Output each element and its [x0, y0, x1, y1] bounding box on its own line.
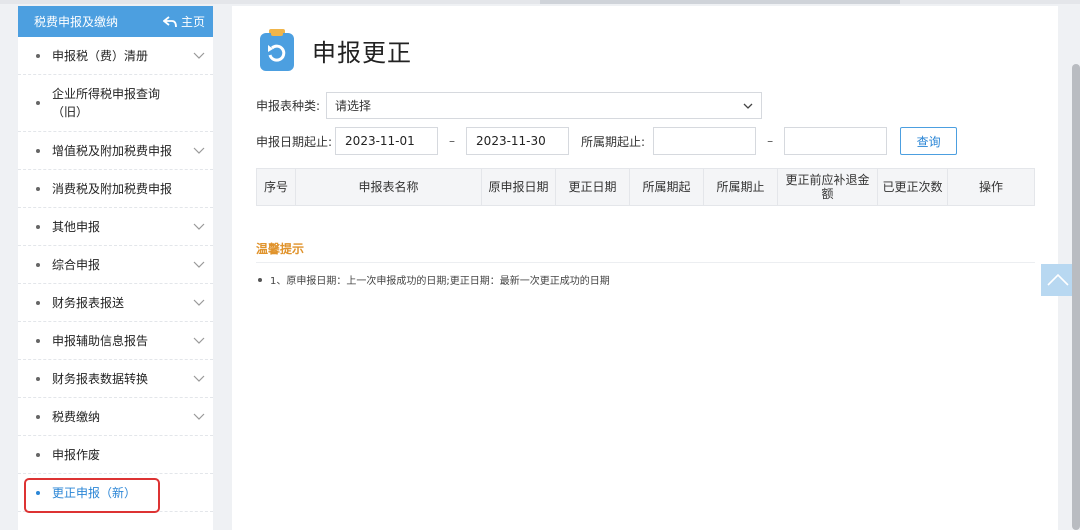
chevron-down-icon: [193, 375, 205, 382]
sidebar-item-comprehensive[interactable]: 综合申报: [18, 246, 213, 284]
home-link[interactable]: 主页: [162, 13, 205, 30]
sidebar-item-label: 消费税及附加税费申报: [52, 181, 173, 196]
bullet-icon: [36, 452, 40, 457]
sidebar-item-label: 申报税（费）清册: [52, 48, 149, 63]
sidebar: 税费申报及缴纳 主页 申报税（费）清册 企业所得税申报查询（旧） 增值税及附加税…: [18, 6, 213, 530]
sidebar-item-void-declaration[interactable]: 申报作废: [18, 436, 213, 474]
bullet-icon: [36, 148, 40, 153]
tip-text: 1、原申报日期：上一次申报成功的日期;更正日期：最新一次更正成功的日期: [270, 276, 610, 287]
divider: [256, 262, 1035, 263]
date-start-input[interactable]: 2023-11-01: [335, 127, 439, 155]
bullet-icon: [36, 101, 40, 105]
chevron-down-icon: [193, 413, 205, 420]
top-bar-segment: [540, 0, 900, 4]
query-button[interactable]: 查询: [900, 127, 958, 155]
sidebar-item-tax-payment[interactable]: 税费缴纳: [18, 398, 213, 436]
type-label: 申报表种类:: [256, 99, 321, 113]
sidebar-item-other[interactable]: 其他申报: [18, 208, 213, 246]
chevron-down-icon: [193, 223, 205, 230]
top-bar: [0, 0, 1080, 4]
bullet-icon: [36, 376, 40, 381]
bullet-icon: [36, 186, 40, 191]
select-value: 请选择: [335, 99, 372, 113]
date-range-label: 申报日期起止:: [256, 134, 333, 149]
tip-item: 1、原申报日期：上一次申报成功的日期;更正日期：最新一次更正成功的日期: [258, 272, 610, 287]
chevron-down-icon: [743, 103, 753, 109]
bullet-icon: [258, 277, 262, 282]
period-start-input[interactable]: [653, 127, 757, 155]
bullet-icon: [36, 414, 40, 419]
home-label: 主页: [180, 15, 205, 29]
chevron-down-icon: [193, 299, 205, 306]
page-header: 申报更正: [258, 28, 412, 72]
sidebar-item-label: 税费缴纳: [52, 409, 101, 424]
chevron-down-icon: [193, 261, 205, 268]
scrollbar[interactable]: [1072, 64, 1080, 530]
bullet-icon: [36, 338, 40, 343]
date-end-input[interactable]: 2023-11-30: [466, 127, 570, 155]
column-header: 更正前应补退金额: [778, 169, 878, 205]
sidebar-item-vat[interactable]: 增值税及附加税费申报: [18, 132, 213, 170]
bullet-icon: [36, 53, 40, 58]
sidebar-item-label: 综合申报: [52, 257, 101, 272]
sidebar-item-correction-new[interactable]: 更正申报（新）: [18, 474, 213, 512]
column-header: 更正日期: [556, 169, 630, 205]
range-separator: –: [767, 134, 774, 148]
sidebar-item-label: 企业所得税申报查询（旧）: [52, 87, 161, 119]
sidebar-item-tax-list[interactable]: 申报税（费）清册: [18, 37, 213, 75]
back-arrow-icon: [162, 15, 177, 27]
bullet-icon: [36, 262, 40, 267]
period-end-input[interactable]: [784, 127, 888, 155]
type-row: 申报表种类: 请选择: [256, 92, 763, 119]
declaration-type-select[interactable]: 请选择: [326, 92, 763, 119]
sidebar-item-report-conversion[interactable]: 财务报表数据转换: [18, 360, 213, 398]
bullet-icon: [36, 490, 40, 495]
sidebar-item-label: 增值税及附加税费申报: [52, 143, 173, 158]
column-header: 原申报日期: [482, 169, 556, 205]
column-header: 所属期起: [630, 169, 704, 205]
clipboard-refresh-icon: [260, 29, 294, 71]
period-range-label: 所属期起止:: [581, 134, 646, 149]
sidebar-item-financial-report[interactable]: 财务报表报送: [18, 284, 213, 322]
sidebar-item-label: 财务报表报送: [52, 295, 125, 310]
column-header: 申报表名称: [296, 169, 482, 205]
sidebar-item-cit-query-old[interactable]: 企业所得税申报查询（旧）: [18, 75, 213, 132]
chevron-up-icon: [1047, 274, 1069, 286]
sidebar-item-consumption-tax[interactable]: 消费税及附加税费申报: [18, 170, 213, 208]
chevron-down-icon: [193, 337, 205, 344]
sidebar-item-label: 申报作废: [52, 447, 101, 462]
sidebar-header-title: 税费申报及缴纳: [34, 15, 119, 29]
column-header: 操作: [978, 180, 1003, 194]
column-header: 序号: [257, 169, 296, 205]
sidebar-header: 税费申报及缴纳 主页: [18, 6, 213, 37]
range-separator: –: [449, 134, 456, 148]
tips-title: 温馨提示: [256, 242, 305, 256]
sidebar-item-label: 申报辅助信息报告: [52, 333, 149, 348]
table-header: 序号 申报表名称 原申报日期 更正日期 所属期起 所属期止 更正前应补退金额 已…: [256, 168, 1035, 206]
bullet-icon: [36, 224, 40, 229]
chevron-down-icon: [193, 52, 205, 59]
date-row: 申报日期起止: 2023-11-01 – 2023-11-30 所属期起止: –…: [256, 127, 958, 155]
column-header: 已更正次数: [878, 169, 948, 205]
back-to-top-button[interactable]: [1041, 264, 1075, 296]
sidebar-item-label: 更正申报（新）: [52, 485, 137, 500]
bullet-icon: [36, 300, 40, 305]
column-header: 所属期止: [704, 169, 778, 205]
sidebar-item-aux-info[interactable]: 申报辅助信息报告: [18, 322, 213, 360]
sidebar-item-label: 其他申报: [52, 219, 101, 234]
page-title: 申报更正: [312, 38, 412, 67]
sidebar-item-label: 财务报表数据转换: [52, 371, 149, 386]
main-panel: 申报更正 申报表种类: 请选择 申报日期起止: 2023-11-01 – 202…: [232, 6, 1058, 530]
chevron-down-icon: [193, 147, 205, 154]
